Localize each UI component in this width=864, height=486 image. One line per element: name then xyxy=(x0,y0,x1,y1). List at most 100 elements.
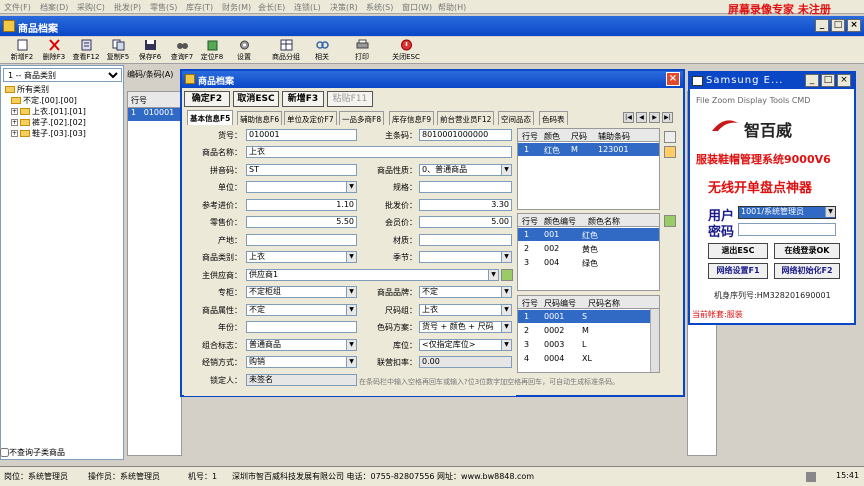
chevron-down-icon[interactable]: ▼ xyxy=(501,305,511,315)
chevron-down-icon[interactable]: ▼ xyxy=(488,270,498,280)
table-row[interactable]: 1 红色 M 123001 xyxy=(518,143,659,156)
new-item-button[interactable]: 新增F3 xyxy=(282,91,324,107)
close-esc-button[interactable]: 关闭ESC xyxy=(388,39,424,62)
tree-item-shoes[interactable]: + 鞋子.[03].[03] xyxy=(11,128,86,139)
color-grid[interactable]: 行号 颜色编号 颜色名称 1 001 红色 2 002 黄色 3 004 绿色 xyxy=(517,213,660,291)
first-record-icon[interactable]: |◀ xyxy=(623,112,634,123)
cancel-button[interactable]: 取消ESC xyxy=(233,91,279,107)
product-list-grid[interactable]: 行号 1 010001 xyxy=(127,91,182,456)
menu-purchase[interactable]: 采购(C) xyxy=(77,2,105,13)
password-field[interactable] xyxy=(738,223,836,236)
pencil-icon[interactable] xyxy=(664,146,676,158)
combo-select[interactable]: 普通商品 ▼ xyxy=(246,339,357,351)
table-row[interactable]: 3 004 绿色 xyxy=(518,256,659,269)
table-row[interactable]: 2 0002 M xyxy=(518,324,659,337)
close-button[interactable]: × xyxy=(847,19,861,32)
expand-icon[interactable]: + xyxy=(11,119,18,126)
tab-front-staff[interactable]: 前台营业员F12 xyxy=(437,111,495,125)
query-button[interactable]: 查询F7 xyxy=(166,39,198,62)
deduct-field[interactable]: 0.00 xyxy=(419,356,512,368)
network-init-button[interactable]: 网络初始化F2 xyxy=(774,263,840,279)
table-row[interactable]: 2 002 黄色 xyxy=(518,242,659,255)
chevron-down-icon[interactable]: ▼ xyxy=(501,165,511,175)
menu-help[interactable]: 帮助(H) xyxy=(438,2,466,13)
color-scheme-select[interactable]: 货号 + 颜色 + 尺码 ▼ xyxy=(419,321,512,333)
table-row[interactable]: 1 001 红色 xyxy=(518,228,659,241)
menu-file[interactable]: 文件(F) xyxy=(4,2,31,13)
samsung-menu[interactable]: File Zoom Display Tools CMD xyxy=(696,96,810,105)
counter-select[interactable]: 不定柜组 ▼ xyxy=(246,286,357,298)
tab-basic-info[interactable]: 基本信息F5 xyxy=(187,110,234,125)
year-field[interactable] xyxy=(246,321,357,333)
season-select[interactable]: ▼ xyxy=(419,251,512,263)
member-field[interactable]: 5.00 xyxy=(419,216,512,228)
size-group-select[interactable]: 上衣 ▼ xyxy=(419,304,512,316)
tab-stock-info[interactable]: 库存信息F9 xyxy=(389,111,435,125)
menu-chain[interactable]: 连锁(L) xyxy=(294,2,321,13)
tab-multi-vendor[interactable]: 一品多商F8 xyxy=(339,111,385,125)
chevron-down-icon[interactable]: ▼ xyxy=(346,340,356,350)
samsung-restore-button[interactable]: □ xyxy=(821,74,835,87)
barcode-field[interactable]: 8010001000000 xyxy=(419,129,512,141)
supplier-lookup-icon[interactable] xyxy=(501,269,513,281)
brand-select[interactable]: 不定 ▼ xyxy=(419,286,512,298)
tab-space[interactable]: 空间品态 xyxy=(498,111,534,125)
dialog-close-button[interactable]: × xyxy=(666,72,680,86)
menu-retail[interactable]: 零售(S) xyxy=(150,2,177,13)
tree-item-all[interactable]: 所有类别 xyxy=(5,84,49,95)
menu-stock[interactable]: 库存(T) xyxy=(186,2,213,13)
unit-select[interactable]: ▼ xyxy=(246,181,357,193)
table-row[interactable]: 4 0004 XL xyxy=(518,352,659,365)
online-login-button[interactable]: 在线登录OK xyxy=(774,243,840,259)
supplier-select[interactable]: 供应商1 ▼ xyxy=(246,269,499,281)
chevron-down-icon[interactable]: ▼ xyxy=(501,252,511,262)
menu-system[interactable]: 系统(S) xyxy=(366,2,393,13)
code-field[interactable]: 010001 xyxy=(246,129,357,141)
last-record-icon[interactable]: ▶| xyxy=(662,112,673,123)
minimize-button[interactable]: _ xyxy=(815,19,829,32)
warehouse-select[interactable]: <仅指定库位> ▼ xyxy=(419,339,512,351)
related-button[interactable]: 相关 xyxy=(306,39,338,62)
ok-button[interactable]: 确定F2 xyxy=(184,91,230,107)
new-button[interactable]: 新增F2 xyxy=(6,39,38,62)
spec-field[interactable] xyxy=(419,181,512,193)
origin-field[interactable] xyxy=(246,234,357,246)
view-button[interactable]: 查看F12 xyxy=(70,39,102,62)
chevron-down-icon[interactable]: ▼ xyxy=(501,287,511,297)
menu-window[interactable]: 窗口(W) xyxy=(402,2,432,13)
tree-item-tops[interactable]: + 上衣.[01].[01] xyxy=(11,106,86,117)
print-button[interactable]: 打印 xyxy=(346,39,378,62)
menu-wholesale[interactable]: 批发(P) xyxy=(114,2,141,13)
chevron-down-icon[interactable]: ▼ xyxy=(501,322,511,332)
tree-item-undefined[interactable]: 不定.[00].[00] xyxy=(11,95,77,106)
wholesale-field[interactable]: 3.30 xyxy=(419,199,512,211)
menu-member[interactable]: 会长(E) xyxy=(258,2,285,13)
menu-archive[interactable]: 档案(D) xyxy=(40,2,68,13)
settings-button[interactable]: 设置 xyxy=(228,39,260,62)
delete-button[interactable]: 删除F3 xyxy=(38,39,70,62)
retail-field[interactable]: 5.50 xyxy=(246,216,357,228)
menu-finance[interactable]: 财务(M) xyxy=(222,2,251,13)
tree-item-pants[interactable]: + 裤子.[02].[02] xyxy=(11,117,86,128)
prev-record-icon[interactable]: ◀ xyxy=(636,112,647,123)
save-button[interactable]: 保存F6 xyxy=(134,39,166,62)
chevron-down-icon[interactable]: ▼ xyxy=(346,182,356,192)
chevron-down-icon[interactable]: ▼ xyxy=(501,340,511,350)
tab-unit-price[interactable]: 单位及定价F7 xyxy=(284,111,337,125)
locate-button[interactable]: 定位F8 xyxy=(196,39,228,62)
table-row[interactable]: 1 0001 S xyxy=(518,310,659,323)
grid-edit-icon[interactable] xyxy=(664,131,676,143)
category-select[interactable]: 1 -- 商品类别 xyxy=(3,68,122,82)
tab-color-size[interactable]: 色码表 xyxy=(539,111,568,125)
tab-aux-info[interactable]: 辅助信息F6 xyxy=(237,111,283,125)
table-row[interactable]: 1 010001 xyxy=(128,108,181,121)
menu-decision[interactable]: 决策(R) xyxy=(330,2,358,13)
tray-icon[interactable] xyxy=(806,472,816,482)
paste-button[interactable]: 粘贴F11 xyxy=(327,91,373,107)
expand-icon[interactable]: + xyxy=(11,130,18,137)
subcategory-checkbox[interactable] xyxy=(0,448,9,457)
scrollbar[interactable] xyxy=(650,309,659,372)
table-row[interactable]: 3 0003 L xyxy=(518,338,659,351)
expand-icon[interactable]: + xyxy=(11,108,18,115)
maximize-button[interactable]: □ xyxy=(831,19,845,32)
